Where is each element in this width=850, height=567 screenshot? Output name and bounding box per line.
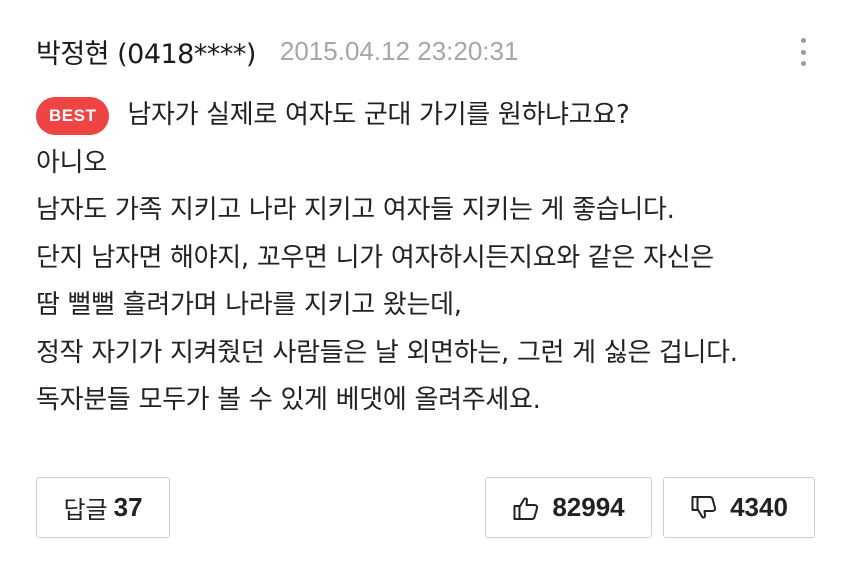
comment-line: 땀 뻘뻘 흘려가며 나라를 지키고 왔는데, bbox=[36, 290, 462, 320]
thumbs-up-icon bbox=[512, 494, 540, 522]
comment-line: 아니오 bbox=[36, 147, 107, 178]
more-options-icon[interactable] bbox=[788, 34, 818, 70]
reply-count: 37 bbox=[113, 492, 143, 522]
thumbs-down-icon bbox=[690, 494, 718, 522]
comment-line: 남자도 가족 지키고 나라 지키고 여자들 지키는 게 좋습니다. bbox=[36, 195, 675, 225]
comment-body: BEST 남자가 실제로 여자도 군대 가기를 원하냐고요? 아니오 남자도 가… bbox=[36, 92, 826, 425]
dislike-count: 4340 bbox=[730, 492, 788, 522]
dislike-button[interactable]: 4340 bbox=[663, 477, 815, 538]
comment-timestamp: 2015.04.12 23:20:31 bbox=[279, 35, 519, 66]
like-count: 82994 bbox=[552, 492, 625, 522]
comment-line: 남자가 실제로 여자도 군대 가기를 원하냐고요? bbox=[127, 100, 630, 130]
comment-line: 독자분들 모두가 볼 수 있게 베댓에 올려주세요. bbox=[36, 385, 541, 415]
author-name[interactable]: 박정현 (0418****) bbox=[36, 32, 256, 71]
reply-label: 답글 bbox=[63, 496, 108, 524]
comment-header: 박정현 (0418****) 2015.04.12 23:20:31 bbox=[36, 28, 518, 74]
best-badge: BEST bbox=[36, 96, 110, 135]
like-button[interactable]: 82994 bbox=[485, 477, 652, 538]
comment-line: 단지 남자면 해야지, 꼬우면 니가 여자하시든지요와 같은 자신은 bbox=[36, 242, 714, 273]
reply-button[interactable]: 답글 37 bbox=[36, 477, 170, 538]
comment-line: 정작 자기가 지켜줬던 사람들은 날 외면하는, 그런 게 싫은 겁니다. bbox=[36, 337, 738, 368]
comment-card: 박정현 (0418****) 2015.04.12 23:20:31 BEST … bbox=[0, 0, 850, 567]
